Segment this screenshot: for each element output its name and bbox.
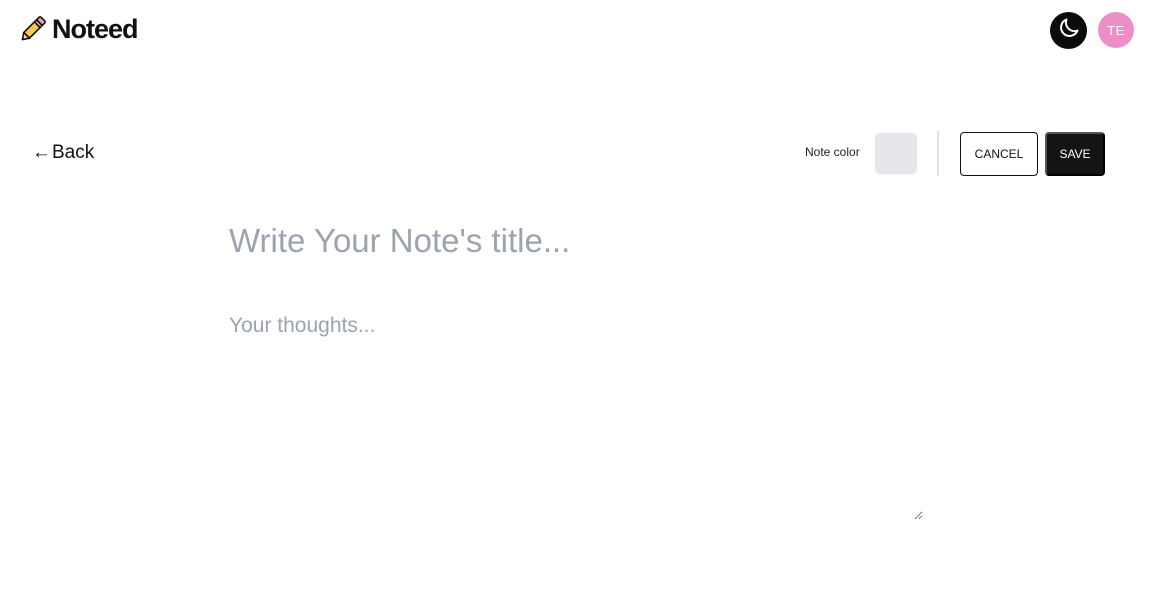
app-name: Noteed [52,13,139,44]
save-button[interactable]: SAVE [1045,132,1105,176]
cancel-button[interactable]: CANCEL [960,132,1038,176]
app-logo[interactable]: Noteed [17,13,139,45]
note-color-label: Note color [805,145,860,159]
note-body-textarea[interactable] [226,308,923,520]
note-title-input[interactable] [226,215,932,267]
theme-toggle-button[interactable] [1050,12,1087,49]
pencil-icon [17,13,49,45]
toolbar-divider [937,131,939,176]
left-arrow-icon: ← [32,142,51,163]
user-avatar[interactable]: TE [1098,12,1134,48]
app-header: Noteed TE [0,0,1151,60]
back-label: Back [52,142,95,163]
note-color-picker[interactable] [875,133,917,174]
back-link[interactable]: ← Back [32,142,94,164]
moon-icon [1057,16,1081,45]
